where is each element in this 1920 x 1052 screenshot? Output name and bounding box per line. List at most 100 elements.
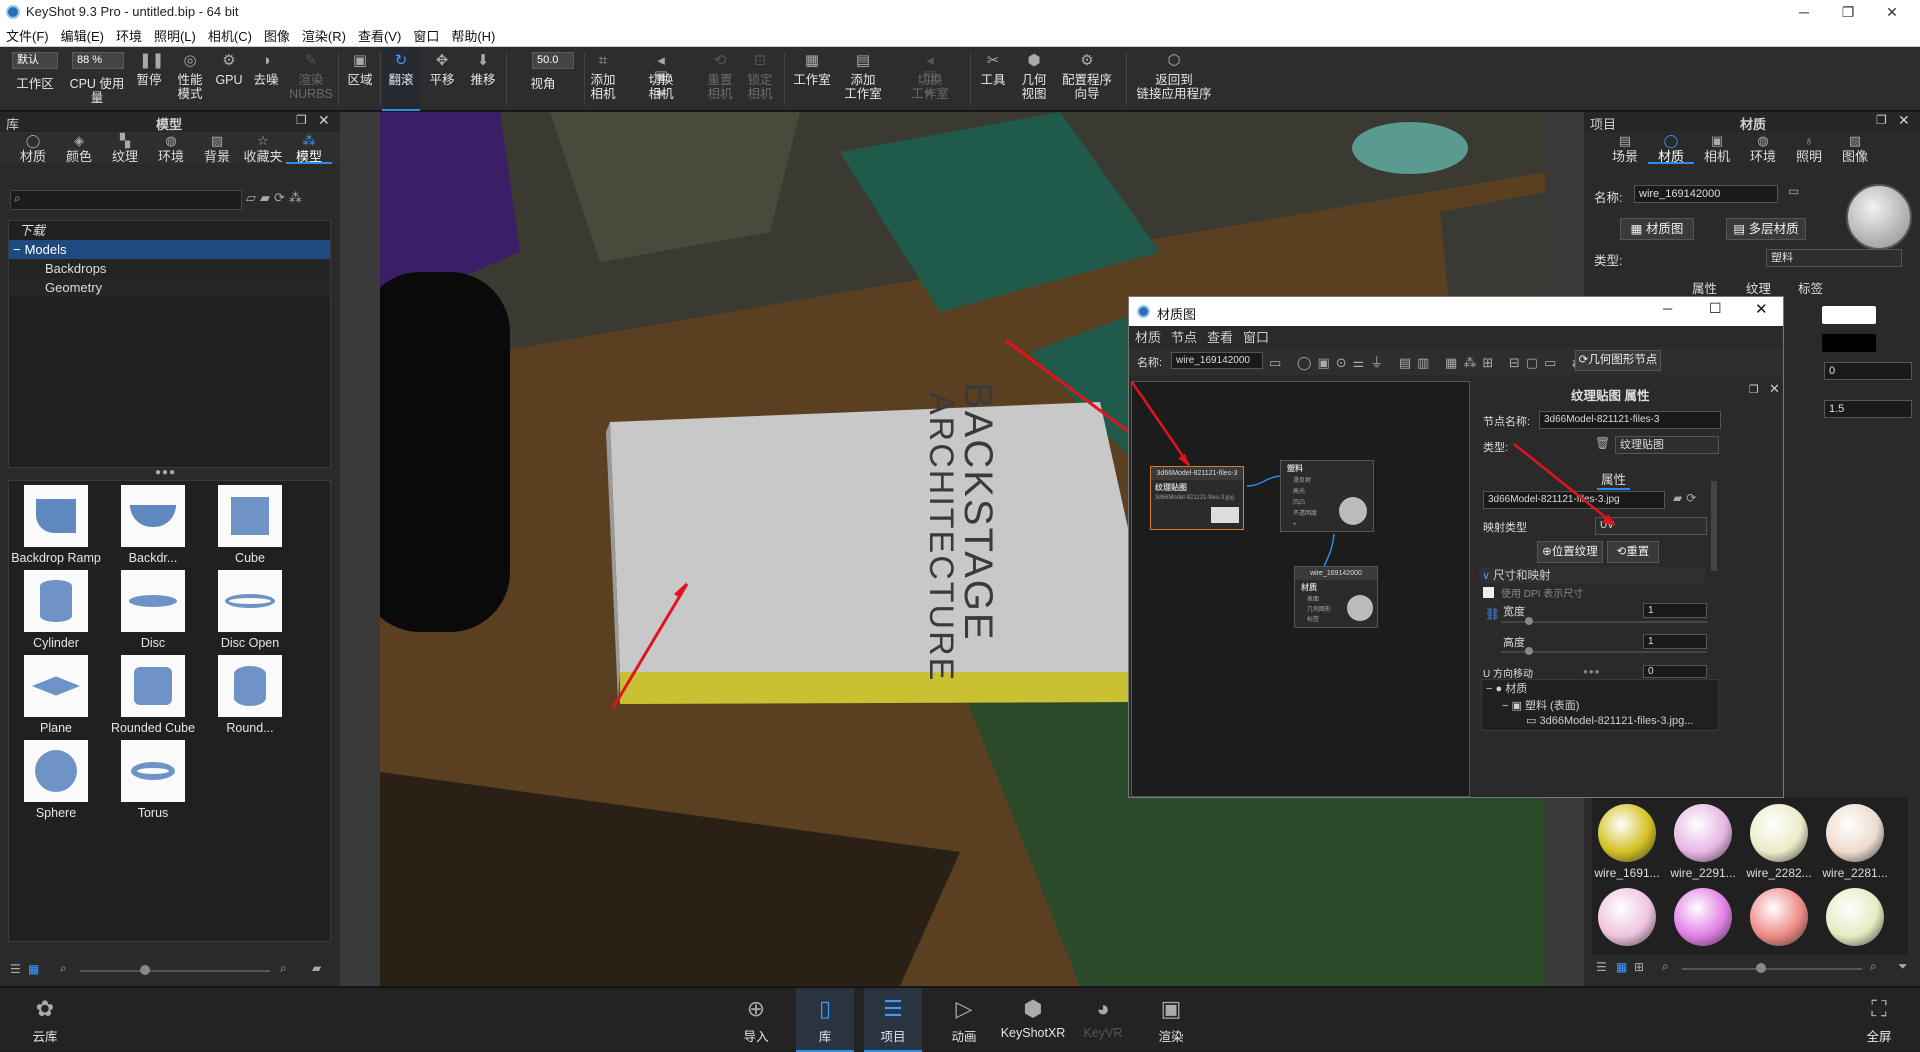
save-material-icon[interactable]: ▭ xyxy=(1788,184,1799,198)
tumble-button[interactable]: ↻ 翻滚 xyxy=(382,47,420,111)
cloud-library-button[interactable]: ✿ 云库 xyxy=(24,988,66,1052)
workspace-button[interactable]: 工作区 xyxy=(12,77,58,107)
model-plane[interactable]: Plane xyxy=(11,655,101,737)
list-view-icon[interactable]: ☰ xyxy=(10,962,21,976)
node-graph-canvas[interactable]: 3d66Model-821121-files-3 纹理贴图 3d66Model-… xyxy=(1131,381,1470,797)
specular-color-swatch[interactable] xyxy=(1822,334,1876,352)
undock-icon[interactable]: ❐ xyxy=(296,113,307,127)
tab-image[interactable]: ▧ 图像 xyxy=(1832,132,1878,164)
material-swatch[interactable] xyxy=(1674,888,1732,946)
pan-button[interactable]: ✥ 平移 xyxy=(422,47,462,111)
tab-lighting[interactable]: ♁ 照明 xyxy=(1786,132,1832,164)
switch-camera-button[interactable]: ◂ ▣ ▸ 切换 相机 xyxy=(636,47,686,111)
dpi-checkbox[interactable] xyxy=(1483,587,1494,598)
menu-environment[interactable]: 环境 xyxy=(116,26,142,45)
u-shift-input[interactable]: 0 xyxy=(1643,665,1707,678)
panel-close-icon[interactable]: ✕ xyxy=(318,112,330,129)
slider-handle[interactable] xyxy=(1525,617,1533,625)
tree-item-texture[interactable]: ▭ 3d66Model-821121-files-3.jpg... xyxy=(1482,714,1718,731)
reset-button[interactable]: ⟲重置 xyxy=(1607,541,1659,563)
mg-menu-material[interactable]: 材质 xyxy=(1135,327,1161,346)
model-rounded-cube[interactable]: Rounded Cube xyxy=(108,655,198,737)
dolly-button[interactable]: ⬇ 推移 xyxy=(464,47,502,111)
minimize-button[interactable]: ─ xyxy=(1782,0,1826,24)
render-button[interactable]: ▣ 渲染 xyxy=(1148,988,1194,1052)
lock-camera-button[interactable]: ⊡ 锁定 相机 xyxy=(744,47,776,111)
material-swatch[interactable] xyxy=(1826,888,1884,946)
slider-handle[interactable] xyxy=(1756,963,1766,973)
tools-button[interactable]: ✂ 工具 xyxy=(976,47,1010,111)
material-swatch[interactable] xyxy=(1750,888,1808,946)
zoom-in-icon[interactable]: ⌕ xyxy=(1870,959,1877,974)
tab-models[interactable]: ⁂ 模型 xyxy=(286,132,332,164)
material-swatch[interactable] xyxy=(1598,804,1656,862)
menu-help[interactable]: 帮助(H) xyxy=(451,26,495,45)
geometry-view-button[interactable]: ⬢ 几何 视图 xyxy=(1018,47,1050,111)
library-button[interactable]: ▯ 库 xyxy=(796,988,854,1052)
share-icon[interactable]: ⁂ xyxy=(289,190,306,205)
add-studio-button[interactable]: ▤ 添加 工作室 xyxy=(840,47,886,111)
material-swatch[interactable] xyxy=(1674,804,1732,862)
gpu-button[interactable]: ⚙ GPU xyxy=(214,47,244,111)
zoom-out-icon[interactable]: ⌕ xyxy=(1662,959,1669,974)
model-sphere[interactable]: Sphere xyxy=(11,740,101,822)
maximize-button[interactable]: ❐ xyxy=(1826,0,1870,24)
tab-material[interactable]: ◯ 材质 xyxy=(1648,132,1694,164)
material-swatch[interactable] xyxy=(1598,888,1656,946)
tree-item-geometry[interactable]: Geometry xyxy=(9,278,330,297)
node-name-input[interactable]: 3d66Model-821121-files-3 xyxy=(1539,411,1721,429)
pause-button[interactable]: ❚❚ 暂停 xyxy=(134,47,164,111)
folder-add-icon[interactable]: ▱ xyxy=(246,190,260,205)
material-graph-button[interactable]: ▦ 材质图 xyxy=(1620,218,1694,240)
material-preview-sphere[interactable] xyxy=(1846,184,1912,250)
tab-textures[interactable]: ▚ 纹理 xyxy=(102,132,148,164)
splitter-handle[interactable]: ●●● xyxy=(155,467,176,478)
tab-backgrounds[interactable]: ▨ 背景 xyxy=(194,132,240,164)
tree-item-downloads[interactable]: 下载 xyxy=(9,221,330,240)
tree-item-material[interactable]: − ● 材质 xyxy=(1482,680,1718,697)
splitter-handle[interactable]: ●●● xyxy=(1583,667,1601,676)
thumbnail-size-slider[interactable] xyxy=(1682,968,1862,970)
config-wizard-button[interactable]: ⚙ 配置程序 向导 xyxy=(1060,47,1114,111)
performance-mode-button[interactable]: ◎ 性能 模式 xyxy=(170,47,210,111)
menu-file[interactable]: 文件(F) xyxy=(6,26,49,45)
properties-scrollbar[interactable] xyxy=(1711,481,1717,571)
menu-render[interactable]: 渲染(R) xyxy=(302,26,346,45)
preset-select[interactable]: 默认 xyxy=(12,52,58,69)
model-torus[interactable]: Torus xyxy=(108,740,198,822)
mg-menu-node[interactable]: 节点 xyxy=(1171,327,1197,346)
position-texture-button[interactable]: ⊕位置纹理 xyxy=(1537,541,1603,563)
keyvr-button[interactable]: ◕ KeyVR xyxy=(1080,988,1126,1052)
import-button[interactable]: ⊕ 导入 xyxy=(736,988,776,1052)
menu-edit[interactable]: 编辑(E) xyxy=(61,26,104,45)
library-search-input[interactable]: ⌕ xyxy=(10,190,242,210)
node-type-select[interactable]: 纹理贴图 xyxy=(1615,436,1719,454)
grid-view-icon[interactable]: ▦ xyxy=(28,962,39,976)
close-button[interactable]: ✕ xyxy=(1870,0,1914,24)
mg-tool-icons[interactable]: ▭ ◯▣⊙⚌⏚ ▤▥ ▦⁂⊞ ⊟▢▭ ⇄ xyxy=(1269,352,1589,371)
refraction-index-field[interactable]: 1.5 xyxy=(1824,400,1912,418)
model-rounded-cylinder[interactable]: Round... xyxy=(205,655,295,737)
zoom-out-icon[interactable]: ⌕ xyxy=(60,961,67,976)
add-camera-button[interactable]: ⌗ 添加 相机 xyxy=(588,47,618,111)
project-button[interactable]: ☰ 项目 xyxy=(864,988,922,1052)
keyshotxr-button[interactable]: ⬢ KeyShotXR xyxy=(1000,988,1066,1052)
size-mapping-section[interactable]: ∨ 尺寸和映射 xyxy=(1479,567,1705,583)
panel-close-icon[interactable]: ✕ xyxy=(1769,381,1780,397)
tab-environment[interactable]: ◍ 环境 xyxy=(1740,132,1786,164)
menu-view[interactable]: 查看(V) xyxy=(358,26,401,45)
height-input[interactable]: 1 xyxy=(1643,634,1707,649)
maximize-button[interactable]: ☐ xyxy=(1709,300,1722,317)
menu-image[interactable]: 图像 xyxy=(264,26,290,45)
view-angle-button[interactable]: 视角 xyxy=(508,77,578,107)
reset-camera-button[interactable]: ⟲ 重置 相机 xyxy=(704,47,736,111)
refresh-icon[interactable]: ⟳ xyxy=(1686,491,1700,505)
roughness-field[interactable]: 0 xyxy=(1824,362,1912,380)
tree-item-models[interactable]: − Models xyxy=(9,240,330,259)
tree-item-backdrops[interactable]: Backdrops xyxy=(9,259,330,278)
material-type-select[interactable]: 塑料 xyxy=(1766,249,1902,267)
region-button[interactable]: ▣ 区域 xyxy=(342,47,378,111)
tab-favorites[interactable]: ☆ 收藏夹 xyxy=(240,132,286,164)
slider-handle[interactable] xyxy=(140,965,150,975)
subtab-labels[interactable]: 标签 xyxy=(1798,278,1823,297)
